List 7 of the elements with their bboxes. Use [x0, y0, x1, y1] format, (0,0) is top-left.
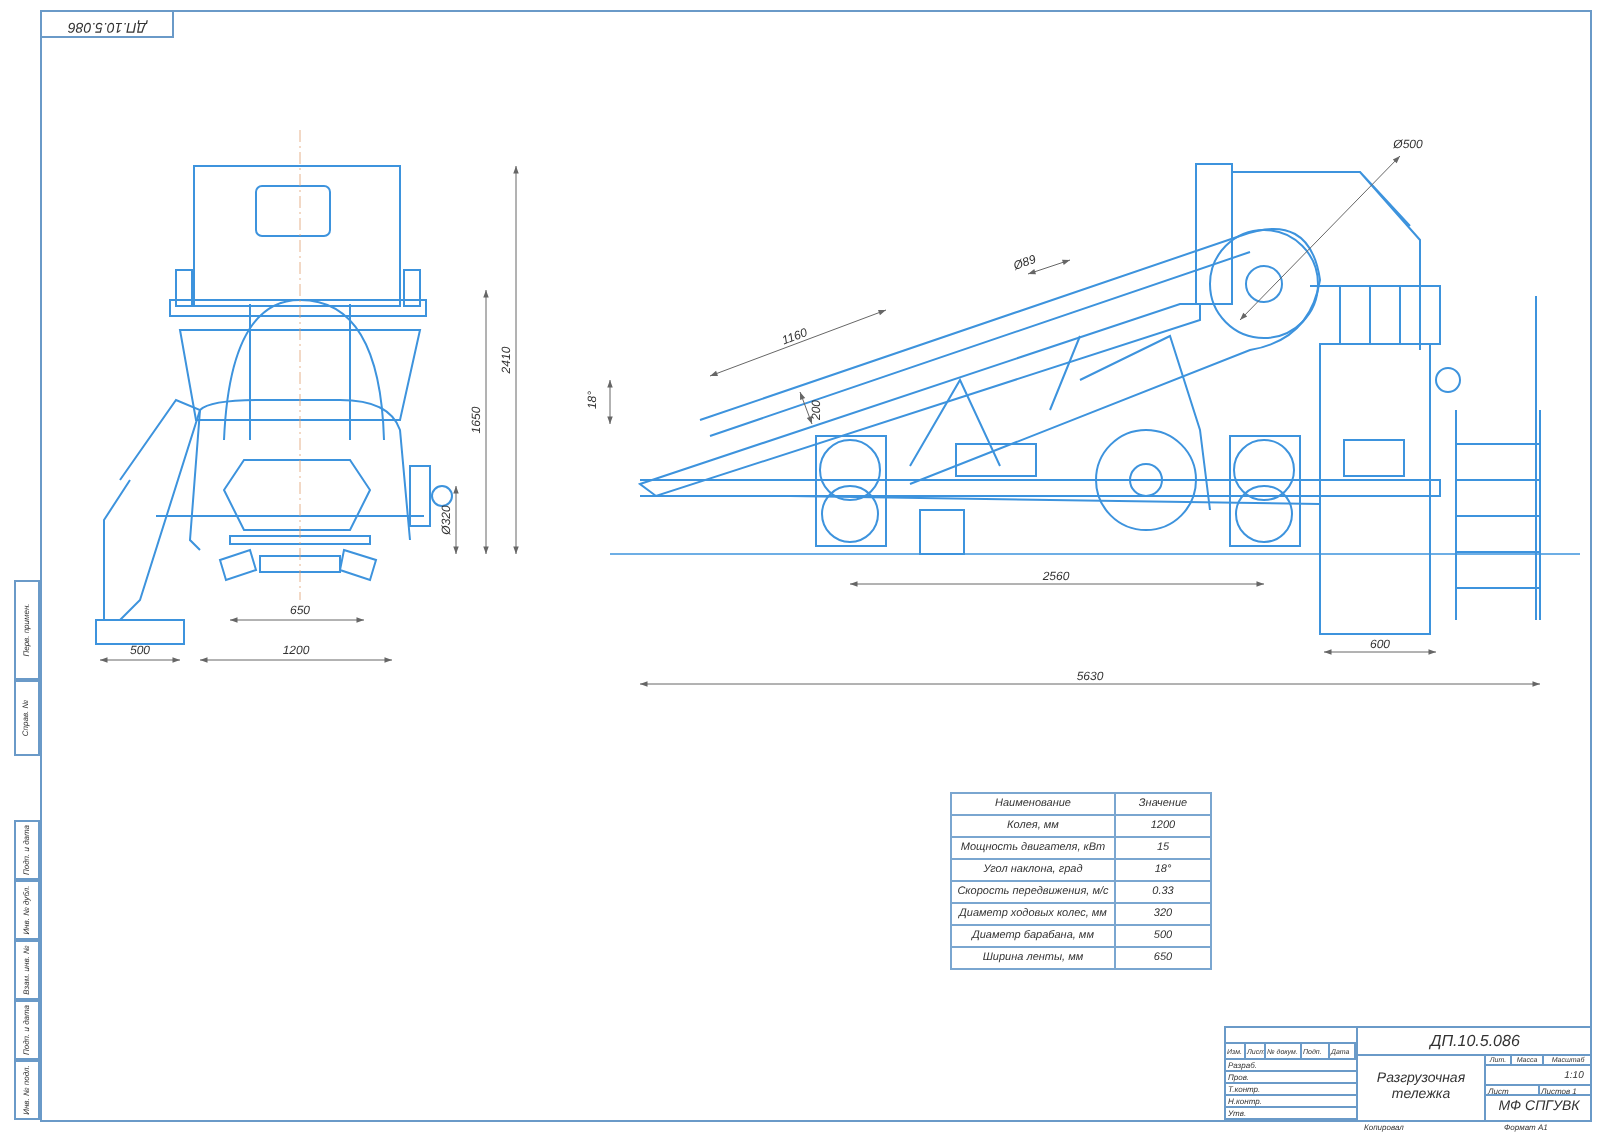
dimension-line	[99, 657, 181, 663]
designation: ДП.10.5.086	[1358, 1028, 1592, 1056]
dimension-line	[799, 391, 813, 425]
dimension-line	[229, 617, 365, 623]
dimension-line	[453, 485, 459, 555]
dimension-line	[607, 379, 613, 425]
dimension-line	[1323, 649, 1437, 655]
